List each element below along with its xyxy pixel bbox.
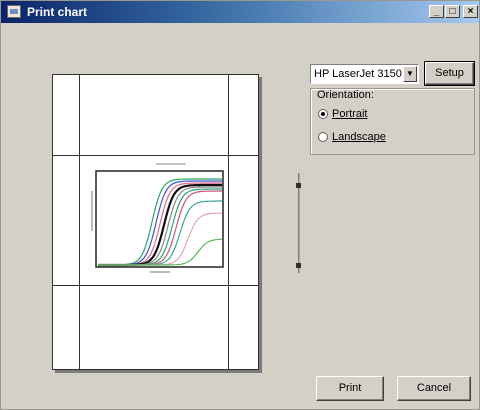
margin-line-bottom[interactable] <box>53 285 258 286</box>
margin-line-right[interactable] <box>228 75 229 369</box>
scroll-handle-top[interactable] <box>296 183 301 188</box>
app-icon <box>7 5 21 18</box>
scroll-handle-bottom[interactable] <box>296 263 301 268</box>
printer-name: HP LaserJet 3150 <box>314 68 402 80</box>
window-title: Print chart <box>27 5 88 19</box>
title-bar[interactable]: Print chart _ □ × <box>1 1 479 23</box>
margin-line-left[interactable] <box>79 75 80 369</box>
print-chart-dialog: Print chart _ □ × HP LaserJet 3150 ▼ Set… <box>0 0 480 410</box>
maximize-button[interactable]: □ <box>445 5 460 18</box>
orientation-label: Orientation: <box>317 89 374 101</box>
close-button[interactable]: × <box>463 5 478 18</box>
radio-selected-icon[interactable] <box>318 109 328 120</box>
radio-unselected-icon[interactable] <box>318 132 328 143</box>
cancel-button[interactable]: Cancel <box>397 376 471 401</box>
minimize-button[interactable]: _ <box>429 5 444 18</box>
preview-scrollbar[interactable] <box>296 173 302 273</box>
printer-dropdown[interactable]: HP LaserJet 3150 ▼ <box>310 64 419 84</box>
chart-preview-thumbnail <box>90 163 225 273</box>
landscape-radio[interactable]: Landscape <box>318 131 386 143</box>
print-button[interactable]: Print <box>316 376 384 401</box>
margin-line-top[interactable] <box>53 155 258 156</box>
setup-button[interactable]: Setup <box>424 61 475 86</box>
scroll-track[interactable] <box>298 173 300 273</box>
chevron-down-icon[interactable]: ▼ <box>403 66 417 82</box>
print-preview-page <box>52 74 259 370</box>
portrait-radio[interactable]: Portrait <box>318 108 367 120</box>
